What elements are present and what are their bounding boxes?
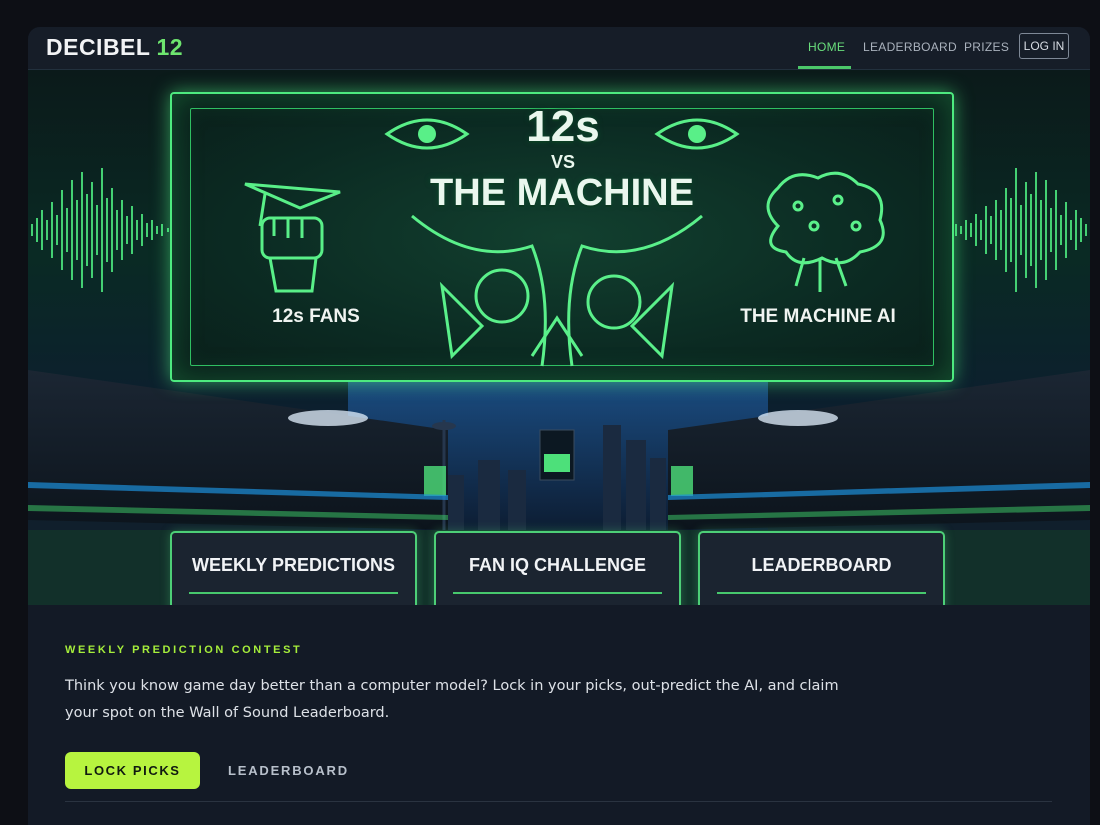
hero-section: 12s VS THE MACHINE 12s FANS THE MACHINE … <box>28 70 1090 605</box>
right-soundwave-graphic <box>949 168 1087 292</box>
brand-number: 12 <box>156 34 184 60</box>
hero-label-fans: 12s FANS <box>272 306 360 327</box>
app-window: DECIBEL 12 HOME LEADERBOARD PRIZES LOG IN <box>28 27 1090 825</box>
ai-brain-icon <box>766 171 885 292</box>
hero-title-12s: 12s <box>526 102 600 151</box>
nav-leaderboard-link[interactable]: LEADERBOARD <box>863 40 957 54</box>
left-eye-icon <box>384 118 470 150</box>
section-divider <box>65 801 1052 802</box>
seahawk-wolf-emblem-icon <box>411 214 703 367</box>
card-title-weekly-predictions: WEEKLY PREDICTIONS <box>191 555 396 575</box>
section-eyebrow: WEEKLY PREDICTION CONTEST <box>65 644 303 656</box>
top-nav: DECIBEL 12 HOME LEADERBOARD PRIZES LOG IN <box>28 27 1090 70</box>
contest-description: Think you know game day better than a co… <box>65 678 839 721</box>
right-eye-icon <box>654 118 740 150</box>
card-title-leaderboard: LEADERBOARD <box>751 555 892 575</box>
card-divider <box>453 592 662 594</box>
nav-prizes-link[interactable]: PRIZES <box>964 40 1009 54</box>
lock-picks-button[interactable]: LOCK PICKS <box>65 752 200 789</box>
active-nav-indicator <box>798 66 851 69</box>
hero-title-vs: VS <box>550 152 575 172</box>
contest-section: WEEKLY PREDICTION CONTEST Think you know… <box>28 605 1090 825</box>
brand-name: DECIBEL <box>46 34 151 60</box>
raised-fist-icon <box>244 182 341 293</box>
hero-title-machine: THE MACHINE <box>430 172 694 214</box>
weekly-predictions-card[interactable]: WEEKLY PREDICTIONS <box>170 531 417 605</box>
card-divider <box>717 592 926 594</box>
card-divider <box>189 592 398 594</box>
leaderboard-link-button[interactable]: LEADERBOARD <box>228 752 349 789</box>
card-title-fan-iq-challenge: FAN IQ CHALLENGE <box>468 555 646 575</box>
brand-logo[interactable]: DECIBEL 12 <box>46 34 183 61</box>
leaderboard-card[interactable]: LEADERBOARD <box>698 531 945 605</box>
login-button[interactable]: LOG IN <box>1019 33 1069 59</box>
fan-iq-challenge-card[interactable]: FAN IQ CHALLENGE <box>434 531 681 605</box>
hero-banner: 12s VS THE MACHINE 12s FANS THE MACHINE … <box>170 92 954 382</box>
hero-label-ai: THE MACHINE AI <box>740 306 896 327</box>
left-soundwave-graphic <box>31 168 169 292</box>
nav-home-link[interactable]: HOME <box>808 40 845 54</box>
